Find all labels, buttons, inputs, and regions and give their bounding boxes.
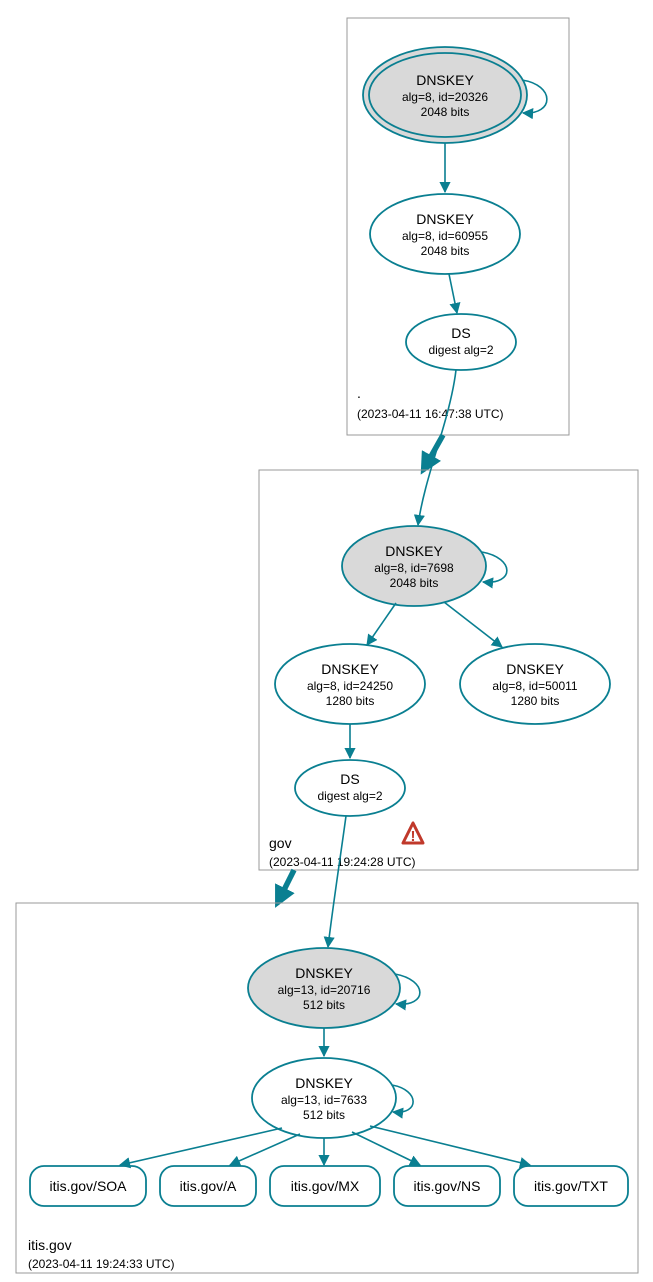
rr-mx-label: itis.gov/MX xyxy=(291,1178,360,1194)
root-ksk-sub2: 2048 bits xyxy=(421,105,470,119)
zone-gov: gov (2023-04-11 19:24:28 UTC) DNSKEY alg… xyxy=(259,370,638,870)
zone-itis: itis.gov (2023-04-11 19:24:33 UTC) DNSKE… xyxy=(16,816,638,1273)
itis-zsk-sub2: 512 bits xyxy=(303,1108,345,1122)
root-ksk-sub1: alg=8, id=20326 xyxy=(402,90,488,104)
edge-root-zsk-ds xyxy=(449,274,457,313)
itis-ksk-title: DNSKEY xyxy=(295,965,353,981)
gov-zsk1-title: DNSKEY xyxy=(321,661,379,677)
zone-itis-timestamp: (2023-04-11 19:24:33 UTC) xyxy=(28,1257,175,1271)
zone-gov-timestamp: (2023-04-11 19:24:28 UTC) xyxy=(269,855,416,869)
gov-ksk-sub2: 2048 bits xyxy=(390,576,439,590)
edge-govksk-zsk2 xyxy=(444,602,502,647)
gov-zsk2-node[interactable]: DNSKEY alg=8, id=50011 1280 bits xyxy=(460,644,610,724)
root-ds-title: DS xyxy=(451,325,470,341)
itis-zsk-sub1: alg=13, id=7633 xyxy=(281,1093,367,1107)
rr-ns[interactable]: itis.gov/NS xyxy=(394,1166,500,1206)
gov-zsk2-sub2: 1280 bits xyxy=(511,694,560,708)
root-ds-sub1: digest alg=2 xyxy=(428,343,493,357)
svg-text:!: ! xyxy=(411,828,416,845)
zone-root-timestamp: (2023-04-11 16:47:38 UTC) xyxy=(357,407,504,421)
gov-ds-title: DS xyxy=(340,771,359,787)
itis-zsk-node[interactable]: DNSKEY alg=13, id=7633 512 bits xyxy=(252,1058,396,1138)
root-ksk-node[interactable]: DNSKEY alg=8, id=20326 2048 bits xyxy=(363,47,527,143)
rr-a-label: itis.gov/A xyxy=(180,1178,237,1194)
edge-zsk-ns xyxy=(352,1132,420,1165)
gov-ds-sub1: digest alg=2 xyxy=(317,789,382,803)
gov-ksk-title: DNSKEY xyxy=(385,543,443,559)
root-ds-node[interactable]: DS digest alg=2 xyxy=(406,314,516,370)
zone-root: . (2023-04-11 16:47:38 UTC) DNSKEY alg=8… xyxy=(347,18,569,435)
edge-govds-itisksk xyxy=(328,816,346,947)
edge-zsk-txt xyxy=(370,1126,530,1165)
gov-zsk1-node[interactable]: DNSKEY alg=8, id=24250 1280 bits xyxy=(275,644,425,724)
gov-zsk1-sub2: 1280 bits xyxy=(326,694,375,708)
zone-gov-label: gov xyxy=(269,835,292,851)
gov-zsk2-sub1: alg=8, id=50011 xyxy=(492,679,578,693)
itis-ksk-node[interactable]: DNSKEY alg=13, id=20716 512 bits xyxy=(248,948,400,1028)
rr-a[interactable]: itis.gov/A xyxy=(160,1166,256,1206)
gov-zsk2-title: DNSKEY xyxy=(506,661,564,677)
zone-root-label: . xyxy=(357,385,361,401)
gov-ksk-node[interactable]: DNSKEY alg=8, id=7698 2048 bits xyxy=(342,526,486,606)
rr-soa-label: itis.gov/SOA xyxy=(49,1178,127,1194)
rr-mx[interactable]: itis.gov/MX xyxy=(270,1166,380,1206)
edge-govksk-zsk1 xyxy=(367,603,396,645)
gov-zsk1-sub1: alg=8, id=24250 xyxy=(307,679,393,693)
itis-ksk-sub1: alg=13, id=20716 xyxy=(278,983,371,997)
itis-zsk-title: DNSKEY xyxy=(295,1075,353,1091)
edge-gov-to-itis-zone xyxy=(279,870,294,900)
edge-zsk-soa xyxy=(120,1128,282,1165)
root-ksk-title: DNSKEY xyxy=(416,72,474,88)
root-zsk-node[interactable]: DNSKEY alg=8, id=60955 2048 bits xyxy=(370,194,520,274)
itis-ksk-sub2: 512 bits xyxy=(303,998,345,1012)
gov-ds-node[interactable]: DS digest alg=2 xyxy=(295,760,405,816)
gov-ksk-sub1: alg=8, id=7698 xyxy=(374,561,454,575)
rr-ns-label: itis.gov/NS xyxy=(414,1178,481,1194)
rr-soa[interactable]: itis.gov/SOA xyxy=(30,1166,146,1206)
warning-icon[interactable]: ! xyxy=(403,823,423,845)
root-zsk-sub2: 2048 bits xyxy=(421,244,470,258)
rr-txt[interactable]: itis.gov/TXT xyxy=(514,1166,628,1206)
edge-zsk-a xyxy=(230,1134,300,1165)
edge-rootds-govksk xyxy=(418,370,456,525)
rr-txt-label: itis.gov/TXT xyxy=(534,1178,608,1194)
root-zsk-sub1: alg=8, id=60955 xyxy=(402,229,488,243)
zone-itis-label: itis.gov xyxy=(28,1237,72,1253)
root-zsk-title: DNSKEY xyxy=(416,211,474,227)
